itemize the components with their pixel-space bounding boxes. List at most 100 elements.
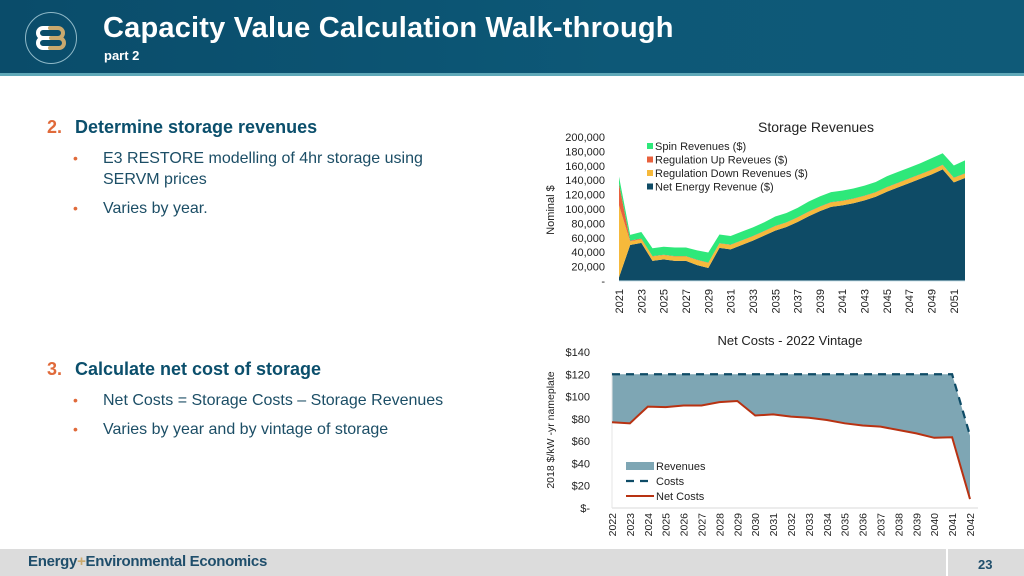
x-tick-label: 2031 <box>726 289 738 313</box>
x-tick-label: 2030 <box>750 513 762 537</box>
brand-environmental-economics: Environmental Economics <box>85 553 268 570</box>
legend-label: Net Energy Revenue ($) <box>655 182 774 194</box>
y-tick-label: 180,000 <box>565 146 605 158</box>
chart-title: Net Costs - 2022 Vintage <box>717 333 862 348</box>
y-tick-label: - <box>601 276 605 288</box>
y-tick-label: $40 <box>572 458 590 470</box>
legend-label: Spin Revenues ($) <box>655 141 746 153</box>
bullet-item: • Varies by year. <box>73 198 463 219</box>
x-tick-label: 2042 <box>965 513 977 537</box>
y-axis-label: 2018 $/kW -yr nameplate <box>545 371 557 488</box>
x-tick-label: 2031 <box>768 513 780 537</box>
legend-label: Regulation Up Reveues ($) <box>655 155 788 167</box>
footer-brand-logo: Energy+Environmental Economics <box>28 553 267 570</box>
chart-title: Storage Revenues <box>758 119 874 135</box>
x-tick-label: 2039 <box>911 513 923 537</box>
y-tick-label: 80,000 <box>571 218 605 230</box>
x-tick-label: 2024 <box>643 513 655 537</box>
x-tick-label: 2037 <box>793 289 805 313</box>
y-tick-label: 100,000 <box>565 204 605 216</box>
brand-energy: Energy <box>28 553 78 570</box>
x-tick-label: 2040 <box>929 513 941 537</box>
x-tick-label: 2034 <box>822 513 834 537</box>
legend-label: Revenues <box>656 461 706 473</box>
legend-swatch-revenues <box>626 462 654 470</box>
x-tick-label: 2041 <box>947 513 959 537</box>
net-costs-chart: Net Costs - 2022 Vintage 2018 $/kW -yr n… <box>545 333 978 537</box>
y-tick-label: 140,000 <box>565 175 605 187</box>
x-tick-label: 2051 <box>949 289 961 313</box>
section-heading: 3. Calculate net cost of storage <box>47 359 321 380</box>
y-tick-label: 60,000 <box>571 233 605 245</box>
x-tick-label: 2043 <box>860 289 872 313</box>
x-tick-label: 2035 <box>840 513 852 537</box>
legend-swatch <box>647 170 653 176</box>
bullet-item: • Varies by year and by vintage of stora… <box>73 419 523 440</box>
y-tick-label: 40,000 <box>571 247 605 259</box>
footer-divider <box>946 549 948 576</box>
bullet-item: • Net Costs = Storage Costs – Storage Re… <box>73 390 523 411</box>
y-tick-label: $140 <box>566 347 590 359</box>
legend-swatch <box>647 156 653 163</box>
x-tick-label: 2033 <box>804 513 816 537</box>
x-tick-label: 2033 <box>748 289 760 313</box>
y-tick-label: $100 <box>566 392 590 404</box>
x-tick-label: 2041 <box>837 289 849 313</box>
x-tick-label: 2032 <box>786 513 798 537</box>
x-tick-label: 2047 <box>904 289 916 313</box>
x-tick-label: 2027 <box>681 289 693 313</box>
brand-plus: + <box>77 553 86 570</box>
x-tick-label: 2039 <box>815 289 827 313</box>
bullet-item: • E3 RESTORE modelling of 4hr storage us… <box>73 148 463 190</box>
y-tick-label: 20,000 <box>571 262 605 274</box>
legend-swatch <box>647 143 653 149</box>
y-tick-label: $20 <box>572 481 590 493</box>
bullet-dot-icon: • <box>73 392 78 408</box>
e3-logo-icon <box>25 12 77 64</box>
page-number: 23 <box>978 557 993 572</box>
x-tick-label: 2038 <box>893 513 905 537</box>
legend-label: Regulation Down Revenues ($) <box>655 168 808 180</box>
x-tick-label: 2025 <box>659 289 671 313</box>
header-rule <box>0 73 1024 76</box>
y-axis-label: Nominal $ <box>545 185 557 235</box>
x-tick-label: 2023 <box>625 513 637 537</box>
x-tick-label: 2029 <box>703 289 715 313</box>
y-tick-label: $120 <box>566 369 590 381</box>
page-subtitle: part 2 <box>104 48 140 63</box>
legend-label: Costs <box>656 476 685 488</box>
section-title: Determine storage revenues <box>75 117 318 137</box>
bullet-text: Varies by year and by vintage of storage <box>103 421 389 438</box>
y-tick-label: 160,000 <box>565 161 605 173</box>
x-tick-label: 2023 <box>636 289 648 313</box>
legend-label: Net Costs <box>656 491 705 503</box>
x-tick-label: 2035 <box>770 289 782 313</box>
page-title: Capacity Value Calculation Walk-through <box>103 12 674 44</box>
y-tick-label: $- <box>580 503 590 515</box>
x-tick-label: 2022 <box>607 513 619 537</box>
section-heading: 2. Determine storage revenues <box>47 117 317 138</box>
section-number: 2. <box>47 117 63 137</box>
storage-revenues-chart: Storage Revenues Nominal $ - 20,000 40,000… <box>545 119 965 313</box>
bullet-dot-icon: • <box>73 150 78 166</box>
bullet-text: E3 RESTORE modelling of 4hr storage usin… <box>103 150 423 188</box>
x-tick-label: 2027 <box>697 513 709 537</box>
y-tick-label: 200,000 <box>565 132 605 144</box>
y-tick-label: $60 <box>572 436 590 448</box>
section-number: 3. <box>47 359 63 379</box>
x-tick-label: 2021 <box>614 289 626 313</box>
x-tick-label: 2029 <box>732 513 744 537</box>
bullet-dot-icon: • <box>73 421 78 437</box>
x-tick-label: 2037 <box>876 513 888 537</box>
x-tick-label: 2028 <box>714 513 726 537</box>
y-tick-label: 120,000 <box>565 190 605 202</box>
section-title: Calculate net cost of storage <box>75 359 322 379</box>
x-tick-label: 2036 <box>858 513 870 537</box>
bullet-dot-icon: • <box>73 200 78 216</box>
x-tick-label: 2049 <box>927 289 939 313</box>
x-tick-label: 2026 <box>679 513 691 537</box>
legend-swatch <box>647 183 653 190</box>
x-tick-label: 2045 <box>882 289 894 313</box>
bullet-text: Net Costs = Storage Costs – Storage Reve… <box>103 392 444 409</box>
y-tick-label: $80 <box>572 414 590 426</box>
